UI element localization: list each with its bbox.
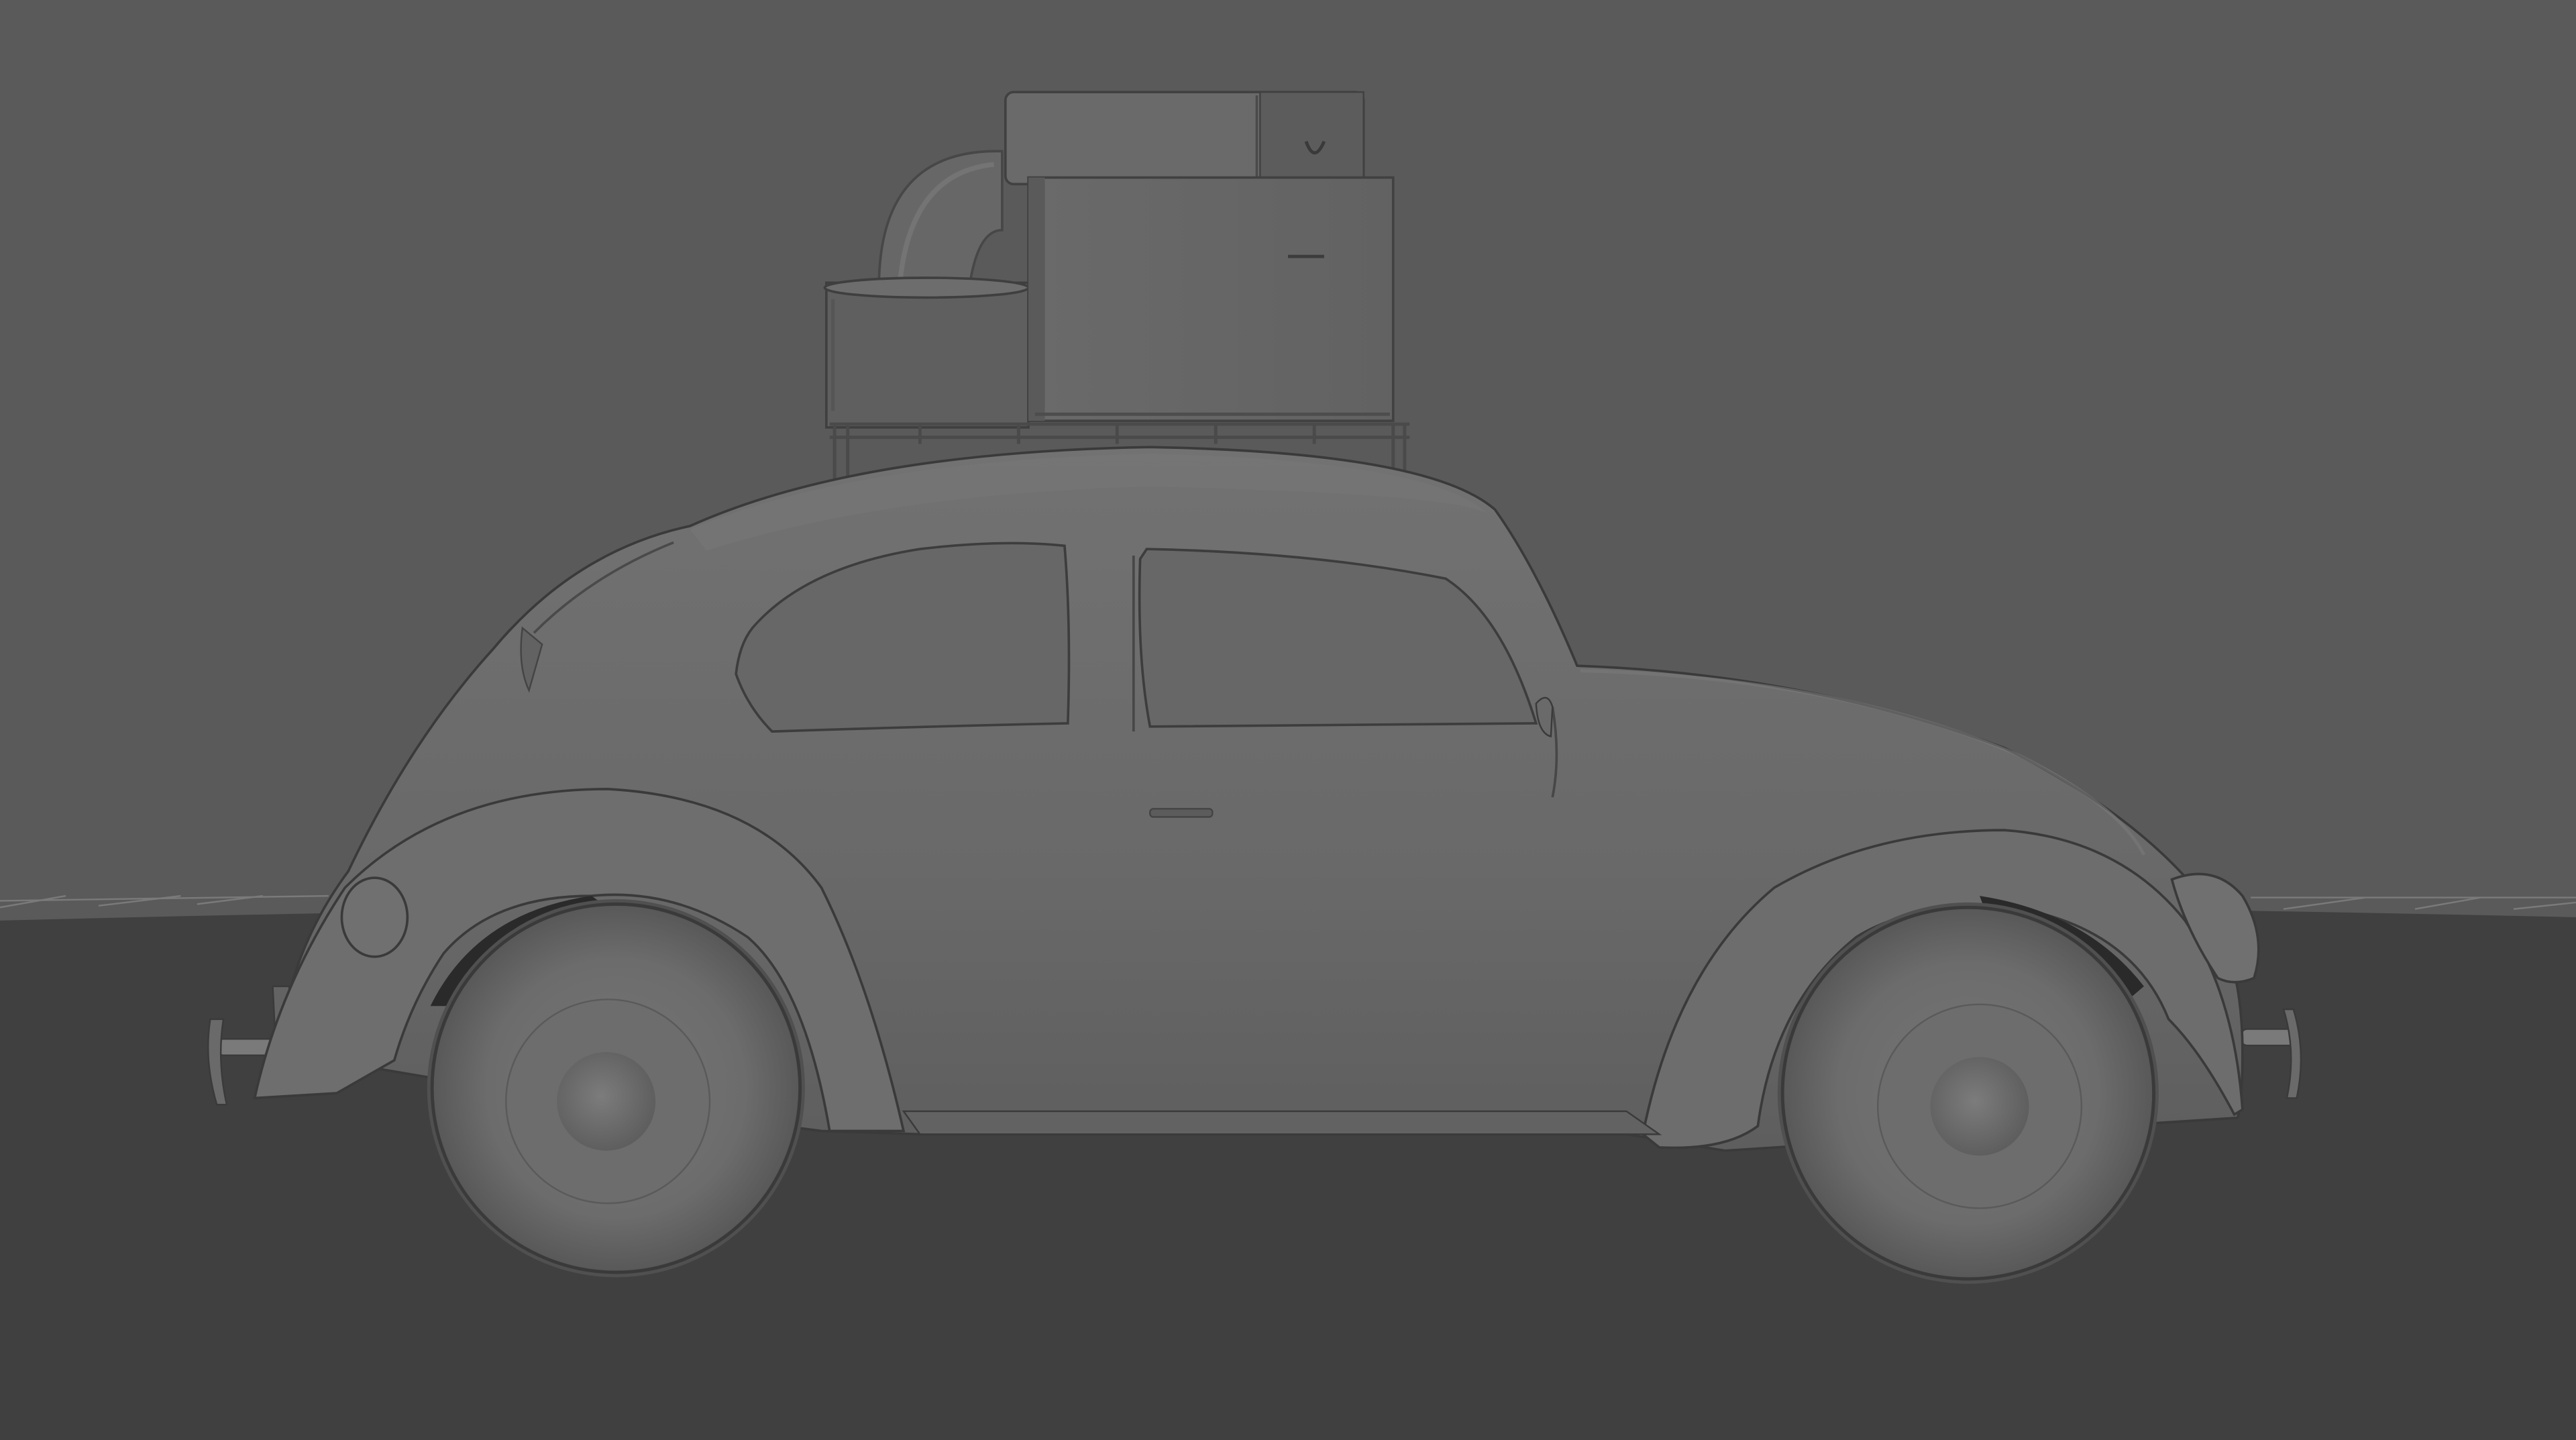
taillight	[340, 876, 409, 958]
running-board	[902, 1110, 1662, 1135]
door-handle	[1149, 808, 1214, 818]
rear-wheel	[427, 899, 805, 1278]
round-luggage	[823, 276, 1030, 429]
maya-viewport[interactable]	[0, 0, 2576, 1440]
large-box	[1027, 176, 1395, 422]
front-wheel	[1777, 902, 2159, 1284]
suitcase	[1004, 91, 1365, 186]
viewport-scene[interactable]	[0, 0, 2576, 1440]
